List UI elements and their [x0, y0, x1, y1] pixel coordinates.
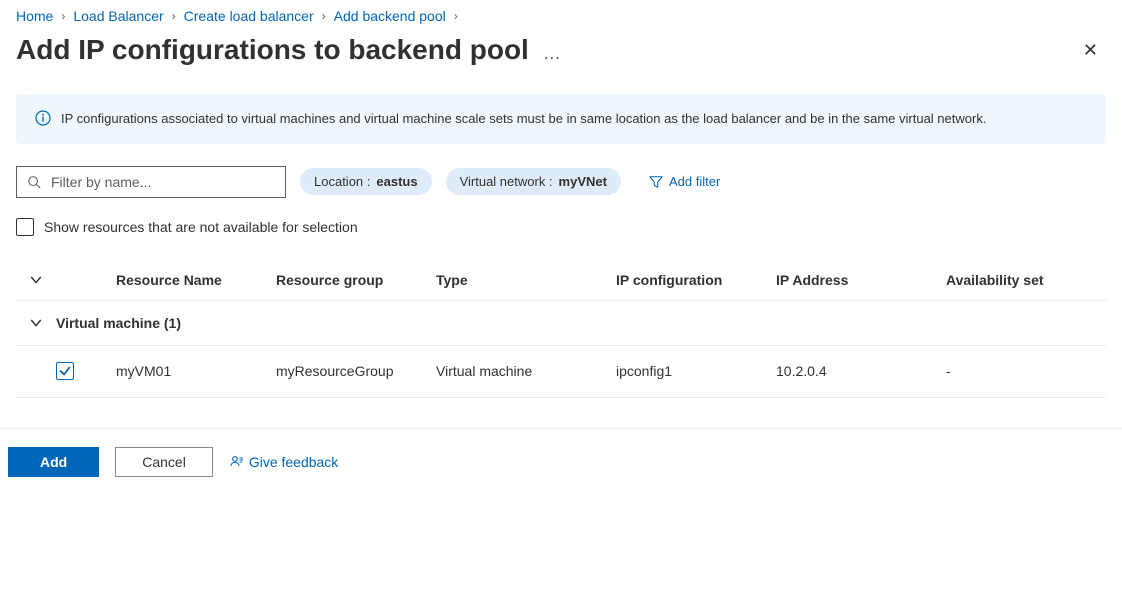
row-checkbox[interactable] — [56, 362, 74, 380]
expand-all-toggle[interactable] — [16, 273, 56, 287]
page-title: Add IP configurations to backend pool — [16, 34, 529, 66]
cancel-button[interactable]: Cancel — [115, 447, 213, 477]
cell-type: Virtual machine — [436, 363, 616, 379]
more-menu-icon[interactable]: … — [543, 44, 561, 64]
col-resource-group: Resource group — [276, 272, 436, 288]
breadcrumb-link[interactable]: Load Balancer — [73, 8, 163, 24]
close-icon[interactable]: ✕ — [1083, 40, 1106, 61]
check-icon — [58, 364, 72, 378]
give-feedback-link[interactable]: Give feedback — [229, 454, 339, 470]
table-group-row[interactable]: Virtual machine (1) — [16, 301, 1106, 346]
add-button[interactable]: Add — [8, 447, 99, 477]
col-avset: Availability set — [946, 272, 1106, 288]
search-icon — [27, 175, 41, 189]
info-banner: IP configurations associated to virtual … — [16, 94, 1106, 144]
cell-name: myVM01 — [116, 363, 276, 379]
cell-ipconfig: ipconfig1 — [616, 363, 776, 379]
cell-avset: - — [946, 363, 1106, 379]
cell-ipaddr: 10.2.0.4 — [776, 363, 946, 379]
search-input[interactable] — [49, 173, 275, 191]
col-resource-name: Resource Name — [116, 272, 276, 288]
location-filter-label: Location : — [314, 174, 370, 189]
group-label: Virtual machine (1) — [56, 315, 1106, 331]
chevron-right-icon: › — [322, 9, 326, 23]
add-filter-button[interactable]: Add filter — [635, 168, 734, 195]
vnet-filter-value: myVNet — [559, 174, 607, 189]
col-ipconfig: IP configuration — [616, 272, 776, 288]
breadcrumb: Home › Load Balancer › Create load balan… — [16, 8, 1106, 24]
chevron-right-icon: › — [454, 9, 458, 23]
chevron-right-icon: › — [172, 9, 176, 23]
col-type: Type — [436, 272, 616, 288]
cell-group: myResourceGroup — [276, 363, 436, 379]
filter-icon — [649, 175, 663, 189]
table-row[interactable]: myVM01 myResourceGroup Virtual machine i… — [16, 346, 1106, 398]
vnet-filter-label: Virtual network : — [460, 174, 553, 189]
breadcrumb-link[interactable]: Add backend pool — [334, 8, 446, 24]
show-unavailable-checkbox[interactable] — [16, 218, 34, 236]
feedback-icon — [229, 454, 245, 470]
breadcrumb-link[interactable]: Home — [16, 8, 53, 24]
add-filter-label: Add filter — [669, 174, 720, 189]
table-header: Resource Name Resource group Type IP con… — [16, 260, 1106, 301]
location-filter-value: eastus — [376, 174, 417, 189]
breadcrumb-link[interactable]: Create load balancer — [184, 8, 314, 24]
feedback-label: Give feedback — [249, 454, 339, 470]
info-text: IP configurations associated to virtual … — [61, 109, 986, 129]
resources-table: Resource Name Resource group Type IP con… — [16, 260, 1106, 398]
chevron-right-icon: › — [61, 9, 65, 23]
location-filter-pill[interactable]: Location : eastus — [300, 168, 432, 195]
group-toggle[interactable] — [16, 316, 56, 330]
search-input-wrap[interactable] — [16, 166, 286, 198]
show-unavailable-label: Show resources that are not available fo… — [44, 219, 358, 235]
vnet-filter-pill[interactable]: Virtual network : myVNet — [446, 168, 621, 195]
info-icon — [35, 110, 51, 126]
col-ipaddr: IP Address — [776, 272, 946, 288]
